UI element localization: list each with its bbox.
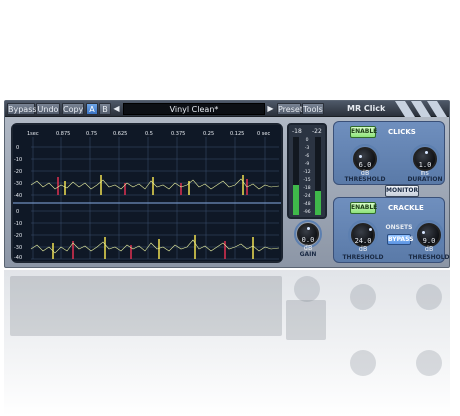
meter-scale-tick: -3 bbox=[305, 145, 310, 151]
meter-right-bar bbox=[315, 191, 321, 215]
meter-scale-tick: -18 bbox=[303, 185, 310, 191]
preset-name-display[interactable]: Vinyl Clean* bbox=[123, 103, 265, 115]
crackle-threshold2-value: 9.0 dB bbox=[422, 237, 436, 253]
reflection-meter bbox=[286, 300, 326, 340]
clicks-duration-indicator bbox=[425, 151, 428, 154]
copy-button[interactable]: Copy bbox=[62, 103, 84, 115]
crackle-threshold2-indicator bbox=[422, 231, 425, 234]
time-tick: 0.125 bbox=[230, 131, 244, 137]
gain-control: 0.0 dB GAIN bbox=[293, 219, 323, 259]
meter-scale-tick: -6 bbox=[305, 153, 310, 159]
reflection-knob bbox=[416, 350, 442, 376]
meter-scale-tick: -48 bbox=[303, 201, 310, 207]
clicks-threshold-label: THRESHOLD bbox=[344, 176, 386, 183]
reflection-graph bbox=[10, 276, 282, 336]
bypass-button[interactable]: Bypass bbox=[7, 103, 37, 115]
clicks-title: CLICKS bbox=[388, 128, 416, 136]
clicks-section: ENABLE CLICKS 6.0 dB THRESHOLD 1.0 ms DU… bbox=[333, 121, 445, 185]
meter-scale-tick: -12 bbox=[303, 169, 310, 175]
meter-scale-tick: -15 bbox=[303, 177, 310, 183]
a-setup-button[interactable]: A bbox=[86, 103, 98, 115]
gain-value: 0.0 dB bbox=[301, 236, 315, 252]
meter-scale-tick: -24 bbox=[303, 193, 310, 199]
window-reflection bbox=[4, 270, 450, 416]
mr-click-plugin-window: Bypass Undo Copy A B ◀ Vinyl Clean* ▶ Pr… bbox=[4, 100, 450, 268]
clicks-threshold-value: 6.0 dB bbox=[358, 161, 372, 177]
meter-scale: 0 -3 -6 -9 -12 -15 -18 -24 -48 -96 bbox=[303, 137, 310, 215]
db-tick: 0 bbox=[16, 209, 19, 215]
db-tick: -30 bbox=[14, 245, 22, 251]
time-tick: 0.75 bbox=[86, 131, 97, 137]
db-tick: -20 bbox=[14, 233, 22, 239]
crackle-threshold-knob[interactable]: 24.0 dB bbox=[351, 223, 375, 253]
crackle-threshold-label: THRESHOLD bbox=[342, 254, 384, 261]
crackle-threshold-value: 24.0 dB bbox=[354, 237, 372, 253]
undo-button[interactable]: Undo bbox=[36, 103, 60, 115]
meter-scale-tick: 0 bbox=[306, 137, 309, 143]
clicks-threshold-indicator bbox=[359, 155, 362, 158]
meter-right-peak: -22 bbox=[312, 128, 322, 135]
tools-menu-button[interactable]: Tools bbox=[302, 103, 324, 115]
crackle-threshold2-knob[interactable]: 9.0 dB bbox=[417, 223, 441, 253]
gain-knob-indicator bbox=[307, 227, 310, 230]
crackle-section: ENABLE CRACKLE 24.0 dB THRESHOLD ONSETS … bbox=[333, 197, 450, 263]
clicks-duration-label: DURATION bbox=[407, 176, 443, 183]
time-tick: 1sec bbox=[27, 131, 39, 137]
db-tick: -40 bbox=[14, 255, 22, 261]
onsets-label: ONSETS bbox=[385, 224, 413, 231]
reflection-knob bbox=[294, 276, 320, 302]
time-tick: 0.375 bbox=[171, 131, 185, 137]
meter-scale-tick: -9 bbox=[305, 161, 310, 167]
onsets-bypass-button[interactable]: BYPASS bbox=[387, 234, 413, 245]
time-tick: 0.25 bbox=[203, 131, 214, 137]
db-tick: -20 bbox=[14, 169, 22, 175]
db-tick: -30 bbox=[14, 181, 22, 187]
preset-prev-arrow-icon[interactable]: ◀ bbox=[112, 103, 121, 115]
time-axis-labels: 1sec 0.875 0.75 0.625 0.5 0.375 0.25 0.1… bbox=[27, 131, 270, 137]
waves-logo-icon bbox=[395, 101, 447, 117]
db-tick: -10 bbox=[14, 221, 22, 227]
plugin-name: MR Click bbox=[347, 104, 386, 113]
clicks-enable-button[interactable]: ENABLE bbox=[350, 126, 377, 138]
db-tick: -10 bbox=[14, 157, 22, 163]
monitor-button[interactable]: MONITOR bbox=[385, 185, 419, 197]
meter-left-bar bbox=[293, 185, 299, 215]
output-meter: -18 -22 0 -3 -6 -9 -12 -15 -18 -24 -48 -… bbox=[287, 123, 327, 219]
clicks-duration-knob[interactable]: 1.0 ms bbox=[413, 147, 437, 177]
clicks-duration-value: 1.0 ms bbox=[418, 161, 432, 177]
time-tick: 0.625 bbox=[113, 131, 127, 137]
reflection-knob bbox=[350, 350, 376, 376]
time-tick: 0 sec bbox=[257, 131, 270, 137]
crackle-title: CRACKLE bbox=[388, 204, 424, 212]
meter-scale-tick: -96 bbox=[303, 209, 310, 215]
db-tick: -40 bbox=[14, 193, 22, 199]
b-setup-button[interactable]: B bbox=[99, 103, 111, 115]
time-tick: 0.5 bbox=[145, 131, 153, 137]
reflection-knob bbox=[416, 284, 442, 310]
crackle-threshold-indicator bbox=[369, 228, 372, 231]
gain-knob[interactable]: 0.0 dB bbox=[297, 223, 319, 252]
meter-left-peak: -18 bbox=[292, 128, 302, 135]
waveform-display: 1sec 0.875 0.75 0.625 0.5 0.375 0.25 0.1… bbox=[11, 123, 283, 263]
db-tick: 0 bbox=[16, 145, 19, 151]
time-tick: 0.875 bbox=[56, 131, 70, 137]
toolbar: Bypass Undo Copy A B ◀ Vinyl Clean* ▶ Pr… bbox=[5, 101, 449, 117]
clicks-threshold-knob[interactable]: 6.0 dB bbox=[353, 147, 377, 177]
gain-label: GAIN bbox=[299, 251, 317, 258]
preset-next-arrow-icon[interactable]: ▶ bbox=[266, 103, 275, 115]
crackle-enable-button[interactable]: ENABLE bbox=[350, 202, 377, 214]
reflection-knob bbox=[350, 284, 376, 310]
crackle-threshold2-label: THRESHOLD bbox=[408, 254, 450, 261]
preset-menu-button[interactable]: Preset bbox=[277, 103, 303, 115]
